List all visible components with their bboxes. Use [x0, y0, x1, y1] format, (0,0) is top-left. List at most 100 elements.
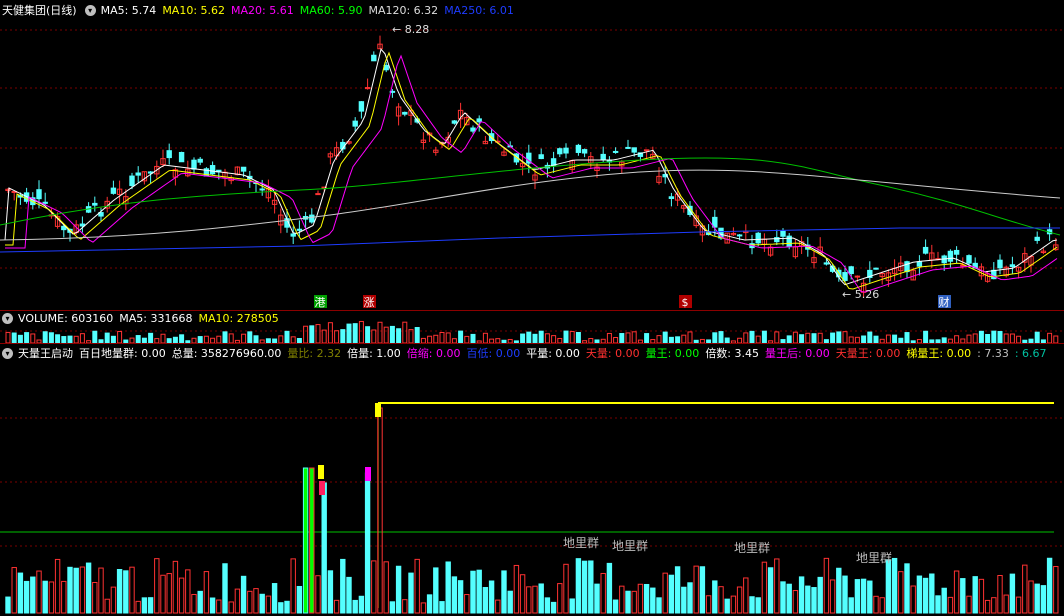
indicator-bar: [898, 571, 904, 614]
indicator-bar: [879, 597, 885, 614]
volume-bar: [160, 333, 166, 343]
volume-bar: [55, 334, 61, 343]
indicator-label-8: 天量: 0.00: [585, 347, 640, 360]
indicator-highlight: [365, 467, 371, 481]
indicator-bar: [67, 566, 73, 614]
indicator-bar: [953, 570, 960, 614]
indicator-bar: [389, 601, 396, 614]
candle-body: [600, 153, 606, 160]
candlestick-chart[interactable]: ← 8.28 ← 5.26 港 涨 $ 财: [0, 0, 1064, 310]
volume-bar: [749, 330, 755, 343]
price-chart-pane[interactable]: ← 8.28 ← 5.26 港 涨 $ 财 天健集团(日线) ▾ MA5: 5.74 MA1…: [0, 0, 1064, 310]
event-marker-label: 涨: [364, 296, 375, 309]
collapse-icon[interactable]: ▾: [84, 4, 96, 16]
volume-bar: [340, 329, 346, 343]
volume-bar: [389, 325, 395, 343]
candle-body: [612, 150, 619, 153]
volume-bar: [73, 335, 79, 343]
indicator-bar: [185, 569, 191, 614]
candle-body: [209, 165, 216, 175]
indicator-bar: [290, 558, 296, 614]
indicator-bar: [11, 567, 17, 614]
candle-body: [315, 193, 321, 196]
indicator-bar: [197, 590, 203, 614]
volume-bar: [148, 332, 154, 343]
candle-body: [966, 255, 972, 264]
indicator-bar: [811, 587, 817, 614]
volume-bar: [991, 330, 997, 343]
ma-label-0: MA5: 5.74: [100, 3, 157, 17]
indicator-bar: [315, 575, 321, 614]
indicator-bar: [929, 573, 935, 614]
volume-bar: [830, 332, 836, 343]
volume-bar: [464, 335, 470, 343]
volume-legend: VOLUME: 603160 MA5: 331668 MA10: 278505: [18, 312, 285, 325]
indicator-bar: [358, 595, 365, 614]
indicator-bar: [532, 585, 538, 614]
volume-bar: [1034, 331, 1040, 343]
indicator-bar: [408, 572, 414, 614]
indicator-bar: [445, 561, 451, 614]
volume-bar: [774, 331, 780, 343]
indicator-bar: [1028, 580, 1034, 614]
candle-body: [631, 147, 637, 153]
event-marker-label: $: [682, 296, 689, 309]
indicator-bar: [854, 579, 861, 614]
indicator-bar: [85, 562, 92, 614]
volume-bar: [216, 335, 222, 343]
indicator-bar: [340, 558, 346, 614]
indicator-bar: [123, 570, 129, 614]
indicator-bar: [724, 598, 730, 614]
candle-body: [581, 149, 588, 154]
group-label: 地里群: [856, 551, 892, 565]
candle-body: [575, 144, 582, 153]
candle-body: [625, 146, 631, 149]
indicator-bar: [222, 563, 228, 614]
indicator-bar: [73, 567, 79, 614]
indicator-bar: [904, 563, 910, 614]
volume-bar: [352, 323, 358, 343]
volume-bar: [575, 332, 581, 343]
volume-bar: [997, 331, 1003, 343]
indicator-bar: [154, 558, 160, 614]
indicator-bar: [873, 595, 879, 614]
indicator-bar: [302, 467, 309, 614]
ma120-line: [0, 169, 1061, 241]
indicator-highlight: [318, 465, 324, 479]
candle-body: [92, 202, 98, 206]
indicator-bar: [5, 596, 11, 614]
indicator-bar: [650, 587, 656, 614]
volume-bar: [836, 331, 842, 343]
volume-bar: [631, 331, 637, 343]
indicator-pane[interactable]: 地里群 地里群 地里群 地里群 ▾ 天量王启动 百日地量群: 0.00 总量: 35827…: [0, 343, 1064, 616]
volume-bar: [644, 333, 650, 343]
indicator-bar: [482, 587, 489, 614]
candle-body: [997, 259, 1003, 269]
volume-pane[interactable]: ▾ VOLUME: 603160 MA5: 331668 MA10: 278505: [0, 310, 1064, 343]
volume-bar: [904, 332, 910, 343]
volume-bar: [253, 335, 259, 343]
ma-label-5: MA250: 6.01: [444, 3, 514, 17]
indicator-bar: [451, 576, 458, 614]
collapse-icon[interactable]: ▾: [2, 347, 13, 359]
candle-body: [873, 267, 879, 270]
indicator-bar: [240, 575, 247, 614]
indicator-bar: [761, 561, 768, 614]
indicator-label-11: 量王后: 0.00: [765, 347, 830, 360]
volume-bar: [383, 326, 389, 343]
indicator-bar: [23, 580, 30, 614]
indicator-bar: [575, 558, 582, 614]
indicator-bar: [656, 597, 662, 614]
indicator-bar: [966, 595, 972, 614]
volume-bar: [439, 331, 445, 343]
volume-bar: [284, 330, 290, 343]
collapse-icon[interactable]: ▾: [2, 313, 13, 324]
indicator-bar: [805, 585, 811, 614]
indicator-bar: [730, 595, 737, 614]
candle-body: [736, 234, 743, 237]
group-label: 地里群: [612, 539, 648, 553]
indicator-bar: [61, 580, 67, 614]
indicator-chart[interactable]: 地里群 地里群 地里群地里群: [0, 343, 1064, 616]
candle-body: [129, 175, 135, 187]
indicator-bar: [594, 583, 600, 614]
